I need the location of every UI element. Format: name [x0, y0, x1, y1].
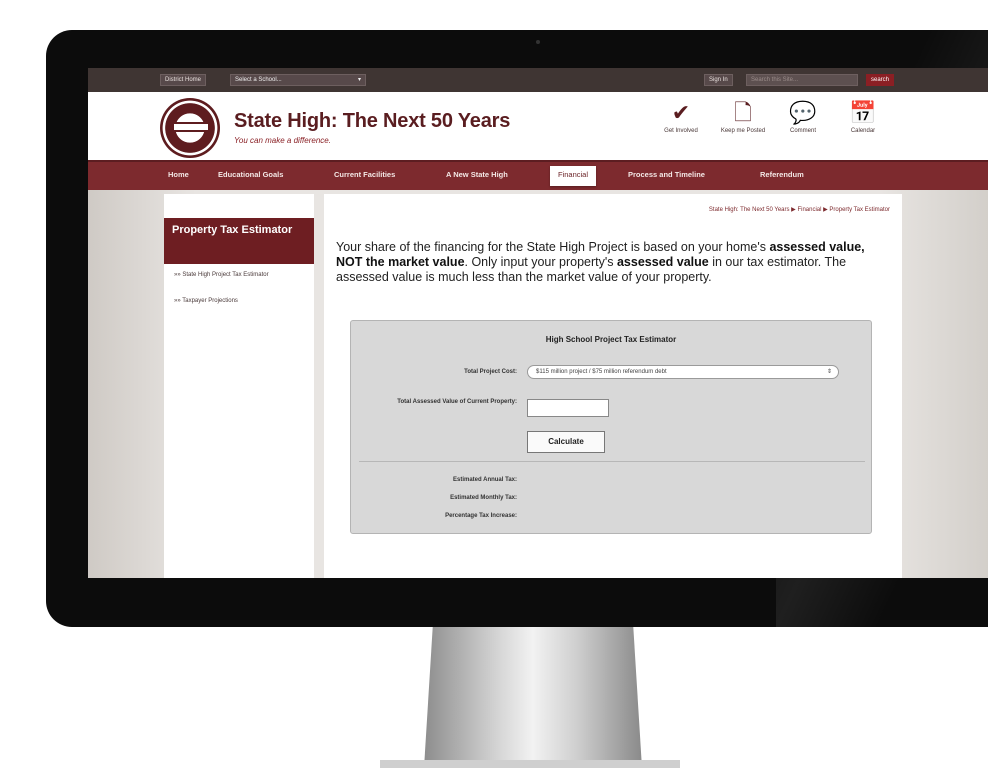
calculate-button[interactable]: Calculate — [527, 431, 605, 453]
district-home-button[interactable]: District Home — [160, 74, 207, 86]
intro-paragraph: Your share of the financing for the Stat… — [336, 240, 892, 285]
project-cost-value: $115 million project / $75 million refer… — [536, 369, 667, 375]
search-button[interactable]: search — [866, 74, 895, 86]
calendar-label: Calendar — [850, 128, 876, 134]
comment-label: Comment — [789, 128, 816, 134]
document-icon: 🗋 — [734, 100, 752, 125]
assessed-value-input[interactable] — [527, 399, 609, 417]
assessed-value-label: Total Assessed Value of Current Property… — [397, 399, 517, 405]
nav-current-facilities[interactable]: Current Facilities — [334, 170, 395, 179]
comment-link[interactable]: 💬 Comment — [774, 100, 832, 135]
sidebar-item-tax-estimator[interactable]: »» State High Project Tax Estimator — [174, 272, 304, 279]
chevron-down-icon: ▾ — [357, 77, 361, 83]
site-tagline: You can make a difference. — [234, 136, 331, 145]
sidebar-item-label: State High Project Tax Estimator — [182, 272, 269, 278]
percent-increase-label: Percentage Tax Increase: — [445, 513, 517, 519]
tax-estimator-panel: High School Project Tax Estimator Total … — [350, 320, 872, 534]
get-involved-link[interactable]: ✔ Get Involved — [652, 100, 710, 135]
logo-band — [174, 122, 208, 132]
sidebar-item-label: Taxpayer Projections — [182, 298, 238, 304]
monthly-tax-label: Estimated Monthly Tax: — [450, 495, 517, 501]
get-involved-label: Get Involved — [664, 128, 698, 134]
breadcrumb[interactable]: State High: The Next 50 Years ▶ Financia… — [709, 206, 890, 213]
utility-bar: District Home Select a School... ▾ Sign … — [88, 68, 988, 92]
chevron-updown-icon: ⇕ — [826, 369, 832, 375]
nav-referendum[interactable]: Referendum — [760, 170, 804, 179]
stand-base — [380, 760, 680, 768]
project-cost-select[interactable]: $115 million project / $75 million refer… — [527, 365, 839, 379]
main-content: State High: The Next 50 Years ▶ Financia… — [324, 194, 902, 578]
project-cost-label: Total Project Cost: — [464, 369, 517, 375]
nav-new-state-high[interactable]: A New State High — [446, 170, 508, 179]
search-input[interactable]: Search this Site... — [746, 74, 858, 86]
nav-process-timeline[interactable]: Process and Timeline — [628, 170, 705, 179]
speech-bubble-icon: 💬 — [789, 100, 817, 125]
school-select[interactable]: Select a School... ▾ — [230, 74, 366, 86]
sidebar: Property Tax Estimator »» State High Pro… — [164, 194, 314, 578]
sidebar-heading: Property Tax Estimator — [164, 218, 314, 264]
site-header: State High: The Next 50 Years You can ma… — [88, 92, 988, 160]
site-title[interactable]: State High: The Next 50 Years — [234, 110, 510, 133]
school-seal-logo[interactable] — [160, 98, 220, 158]
monitor-stand — [424, 627, 642, 768]
intro-bold-2: assessed value — [616, 255, 709, 269]
calendar-icon: 📅 — [849, 100, 877, 125]
main-nav: Home Educational Goals Current Facilitie… — [88, 160, 988, 190]
checkmark-icon: ✔ — [671, 100, 691, 125]
estimator-divider — [359, 461, 865, 462]
intro-text-1: Your share of the financing for the Stat… — [336, 240, 770, 254]
annual-tax-label: Estimated Annual Tax: — [452, 477, 517, 483]
browser-screen: District Home Select a School... ▾ Sign … — [88, 68, 988, 578]
keep-me-posted-label: Keep me Posted — [720, 128, 766, 134]
estimator-title: High School Project Tax Estimator — [545, 335, 677, 344]
keep-me-posted-link[interactable]: 🗋 Keep me Posted — [714, 100, 772, 135]
sign-in-button[interactable]: Sign In — [704, 74, 733, 86]
nav-financial[interactable]: Financial — [550, 166, 597, 186]
nav-home[interactable]: Home — [168, 170, 189, 179]
intro-text-2: . Only input your property's — [464, 255, 617, 269]
sidebar-item-taxpayer-projections[interactable]: »» Taxpayer Projections — [174, 298, 304, 305]
calendar-link[interactable]: 📅 Calendar — [834, 100, 892, 135]
school-select-value: Select a School... — [235, 77, 282, 83]
nav-educational-goals[interactable]: Educational Goals — [218, 170, 283, 179]
camera-dot — [536, 40, 540, 44]
